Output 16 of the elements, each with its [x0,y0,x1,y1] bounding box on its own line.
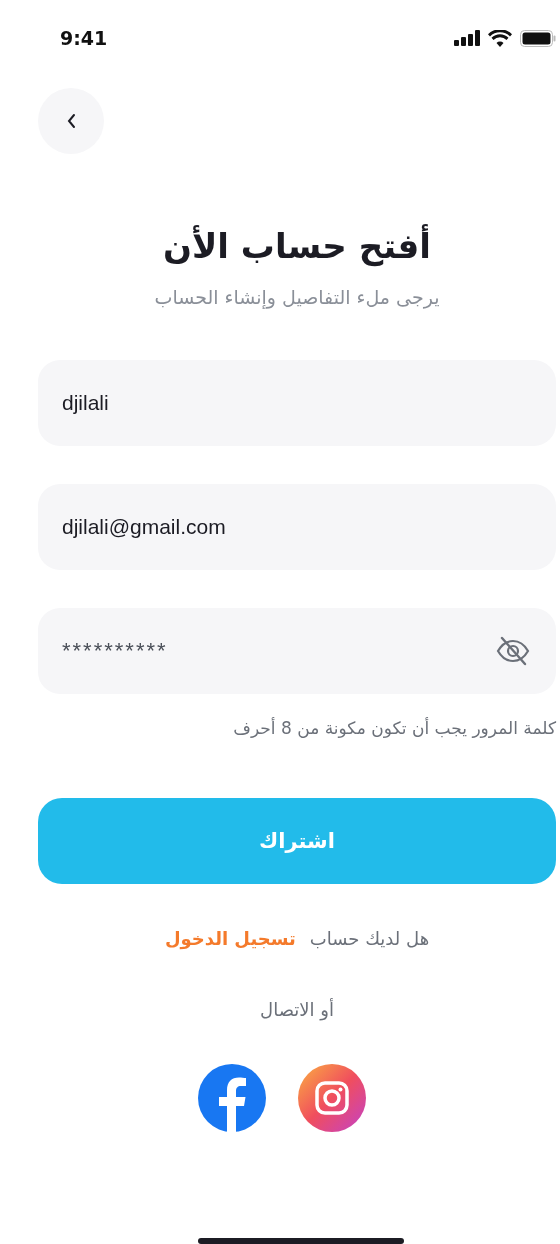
input-field[interactable]: ********** [38,608,556,694]
page-subtitle: يرجى ملء التفاصيل وإنشاء الحساب [153,286,441,308]
status-time: 9:41 [60,27,108,49]
input-field[interactable]: djilali [38,360,556,446]
signal-icon [454,30,480,46]
facebook-icon[interactable] [198,1064,266,1132]
battery-icon [520,29,556,47]
instagram-icon[interactable] [298,1064,366,1132]
login-prompt: هل لديك حساب [309,928,430,949]
input-field[interactable]: djilali@gmail.com [38,484,556,570]
hidden-eye-icon[interactable] [496,636,530,666]
connect-label: أو الاتصال [259,999,335,1020]
password-hint: كلمة المرور يجب أن تكون مكونة من 8 أحرف [232,718,556,738]
page-title: أفتح حساب الأن [162,226,432,266]
back-chevron-icon [65,112,77,130]
wifi-icon [488,29,512,47]
